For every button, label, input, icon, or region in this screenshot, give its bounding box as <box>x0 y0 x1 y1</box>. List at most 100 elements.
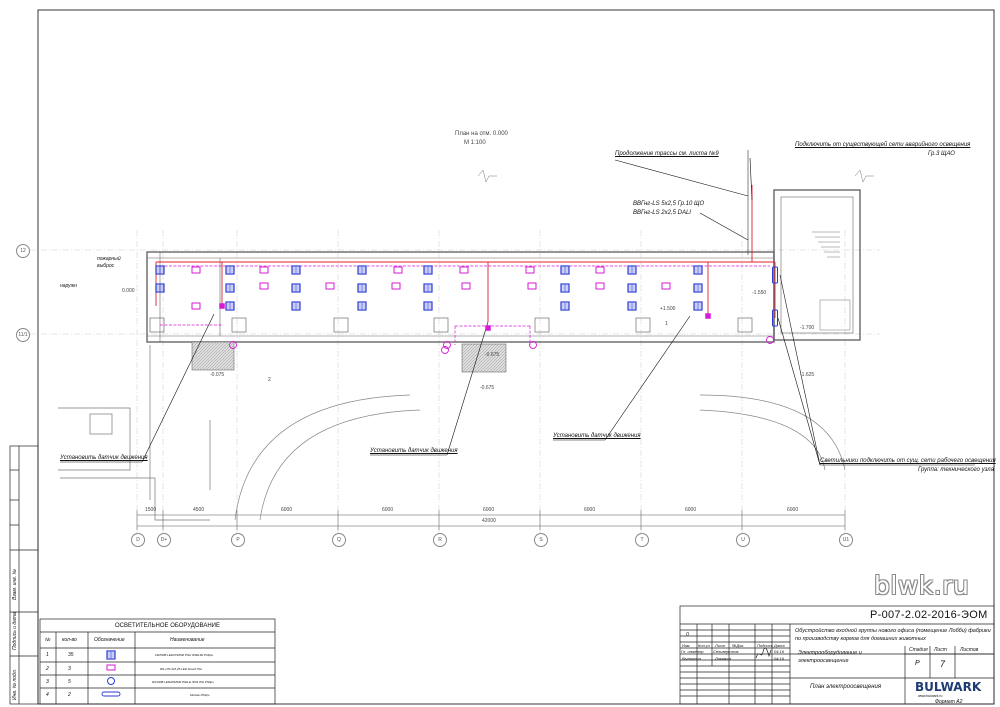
wall-light-fixture <box>191 266 201 274</box>
lamps-layer <box>101 265 778 697</box>
level-mark: -1.625 <box>800 372 815 378</box>
brand-url: www.bulwark.ru <box>918 694 943 698</box>
role-chief: Гл. инженер <box>681 649 704 654</box>
wall-light-fixture <box>459 266 469 274</box>
ceiling-panel-lamp-grid <box>694 266 702 274</box>
sheets-label: Листов <box>960 647 979 653</box>
legend-row-name: DN130B LED20S/840 PSD-E IP44 WH Philips <box>152 680 214 684</box>
axis-bubble: T <box>635 533 649 547</box>
sheet-title: План электроосвещения <box>810 684 882 690</box>
stairs <box>812 231 851 331</box>
dimension-text: 6000 <box>483 507 495 513</box>
header-col: Дата <box>774 643 785 648</box>
facade-doors <box>149 317 753 333</box>
legend-row-num: 1 <box>46 652 49 658</box>
axis-bubble: P <box>231 533 245 547</box>
wall-light-fixture <box>461 282 471 290</box>
legend-header: Наименование <box>170 637 205 643</box>
ceiling-panel-lamp-grid <box>694 284 702 292</box>
annotation-passage: пожарный выброс <box>97 256 121 269</box>
entrance-mat-center <box>461 343 507 373</box>
left-annex <box>58 345 211 521</box>
axis-bubble: R <box>433 533 447 547</box>
dimension-text: 6000 <box>685 507 697 513</box>
room-number: 1 <box>665 321 668 327</box>
ceiling-panel-lamp-grid <box>358 266 366 274</box>
annotation-work-group: Группа: технического узла <box>918 467 994 473</box>
annotation-sensor-3: Установить датчик движения <box>553 433 641 439</box>
dimension-text: 6000 <box>787 507 799 513</box>
wall-light-fixture <box>393 266 403 274</box>
legend-header: Обозначение <box>94 637 125 643</box>
dimension-text: 4500 <box>193 507 205 513</box>
ceiling-panel-lamp-grid <box>561 302 569 310</box>
ceiling-panel-lamp-grid <box>292 266 300 274</box>
plan-scale: М 1:100 <box>464 140 486 146</box>
sheet-value: 7 <box>940 659 946 669</box>
wall-light-fixture <box>259 282 269 290</box>
header-col: Кол.уч <box>698 643 710 648</box>
ceiling-panel-lamp-grid <box>226 266 234 274</box>
legend-row-qty: 35 <box>68 652 74 658</box>
header-col: Лист <box>715 643 726 648</box>
axis-bubble: D <box>131 533 145 547</box>
annotation-cable-dali: ВВГнг-LS 2х2,5 DALI <box>633 210 691 216</box>
legend-symbol-fixture <box>106 664 116 671</box>
date-chief: 04.16 <box>774 649 785 654</box>
stage-value: Р <box>915 660 920 667</box>
axis-bubble: S <box>534 533 548 547</box>
sheet-frame <box>37 9 995 705</box>
level-mark: -0.075 <box>210 372 225 378</box>
legend-header: № <box>45 637 51 643</box>
role-executor: Выполнил <box>682 656 701 661</box>
date-executor: 04.16 <box>774 656 785 661</box>
brand-logo: BULWARK <box>915 680 982 694</box>
level-mark: -0.675 <box>485 352 500 358</box>
ceiling-panel-lamp-grid <box>226 302 234 310</box>
wall-light-fixture <box>527 282 537 290</box>
ceiling-panel-lamp-grid <box>424 266 432 274</box>
break-symbol <box>477 169 497 183</box>
ceiling-panel-lamp-grid <box>358 302 366 310</box>
level-mark: 0.000 <box>122 288 135 294</box>
ceiling-panel-lamp-grid <box>561 266 569 274</box>
annotation-connect-emergency: Подключить от существующей сети аварийно… <box>795 142 971 148</box>
motion-sensor <box>705 313 711 319</box>
ceiling-panel-lamp-grid <box>226 284 234 292</box>
motion-sensor <box>485 325 491 331</box>
legend-row-qty: 5 <box>68 679 71 685</box>
level-mark: -1.700 <box>800 325 815 331</box>
legend-row-name: Module Philips <box>190 693 210 697</box>
level-mark: +1.500 <box>660 306 676 312</box>
name-executor: Ломакин <box>715 656 732 661</box>
ceiling-panel-lamp-grid <box>424 302 432 310</box>
drawing-code: Р-007-2.02-2016-ЭОМ <box>870 609 988 621</box>
ceiling-panel-lamp-grid <box>424 284 432 292</box>
ceiling-panel-lamp-grid <box>628 284 636 292</box>
header-col: Изм. <box>682 643 691 648</box>
legend-row-qty: 3 <box>68 666 71 672</box>
ceiling-panel-lamp-grid <box>694 302 702 310</box>
wall-light-fixture <box>391 282 401 290</box>
wall-light-fixture <box>259 266 269 274</box>
legend-row-num: 4 <box>46 692 49 698</box>
level-mark: -0.675 <box>480 385 495 391</box>
ceiling-panel-lamp-grid <box>292 302 300 310</box>
header-col: №Док. <box>732 643 745 648</box>
legend-title: ОСВЕТИТЕЛЬНОЕ ОБОРУДОВАНИЕ <box>115 623 220 629</box>
wall-light-fixture <box>325 282 335 290</box>
wall-light-fixture <box>661 282 671 290</box>
axis-bubble: U <box>736 533 750 547</box>
legend-row-name: RS-170-4x8,25-LED Gravit Olsr <box>160 667 203 671</box>
axis-lines <box>30 230 880 538</box>
axis-bubble: D+ <box>157 533 171 547</box>
room-number-2: 2 <box>268 377 271 383</box>
break-symbol-right <box>854 169 874 183</box>
signature-image <box>755 647 772 659</box>
annotation-emergency-group: Гр.3 ЩАО <box>928 151 955 157</box>
legend-row-num: 2 <box>46 666 49 672</box>
ceiling-panel-lamp-grid <box>358 284 366 292</box>
plan-title: План на отм. 0.000 <box>455 131 508 137</box>
name-chief: Селиверстов <box>713 649 739 654</box>
watermark: blwk.ru <box>874 571 970 600</box>
